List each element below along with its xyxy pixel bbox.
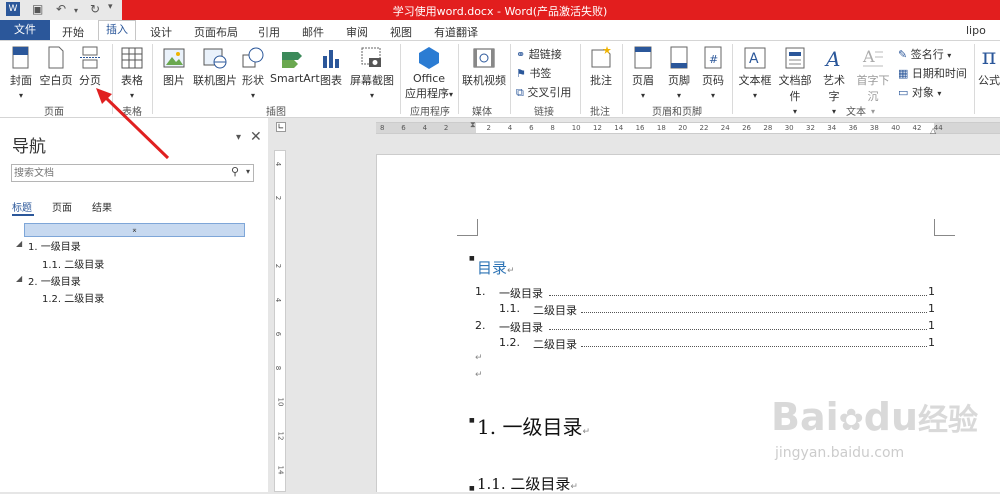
toc-leader: [549, 321, 927, 330]
ruler-tick-label: 2: [274, 195, 283, 201]
heading-1[interactable]: 1. 一级目录↵: [477, 411, 590, 440]
toc-number: 1.1.: [499, 302, 520, 315]
ruler-tick-label: 6: [274, 331, 283, 337]
ruler-tick-label: 2: [274, 263, 283, 269]
ruler-tick-label: 40: [891, 124, 901, 132]
ruler-tick-label: 8: [274, 365, 283, 371]
ruler-tick-label: 16: [635, 124, 645, 132]
paragraph-mark: ↵: [507, 266, 515, 276]
ruler-tick-label: 20: [678, 124, 688, 132]
right-indent-icon[interactable]: △: [930, 126, 936, 135]
ruler-tick-label: 6: [401, 124, 406, 132]
toc-heading[interactable]: 目录↵: [477, 257, 515, 278]
ruler-tick-label: 22: [699, 124, 709, 132]
ruler-tick-label: 8: [550, 124, 555, 132]
ruler-tick-label: 4: [507, 124, 513, 132]
ruler-tick-label: 6: [529, 124, 534, 132]
ruler-tick-label: 8: [380, 124, 385, 132]
ruler-tick-label: 24: [720, 124, 730, 132]
margin-corner-mark: [457, 219, 478, 236]
ruler-tick-label: 14: [614, 124, 624, 132]
toc-page-number: 1: [928, 319, 935, 332]
ruler-tick-label: 10: [571, 124, 581, 132]
paragraph-mark: ↵: [475, 370, 483, 380]
ruler-tick-label: 12: [276, 431, 285, 441]
ruler-tick-label: 42: [912, 124, 922, 132]
heading-2[interactable]: 1.1. 二级目录↵: [477, 473, 578, 494]
ruler-tick-label: 32: [806, 124, 815, 132]
paragraph-mark: ↵: [582, 427, 590, 437]
ruler-tick-label: 14: [276, 465, 285, 475]
ruler-tick-label: 38: [869, 124, 879, 132]
paragraph-bullet: ■: [469, 255, 475, 262]
ruler-tick-label: 4: [422, 124, 428, 132]
toc-entry-text[interactable]: 一级目录: [499, 319, 543, 335]
toc-leader: [549, 287, 927, 296]
vertical-ruler-numbers: 4 2 2 4 6 8 10 12 14: [274, 150, 285, 492]
toc-number: 2.: [475, 319, 486, 332]
toc-number: 1.: [475, 285, 486, 298]
baidu-watermark-url: jingyan.baidu.com: [775, 445, 905, 461]
ruler-tick-label: 4: [274, 161, 283, 167]
document-page[interactable]: ■ 目录↵ 1. 一级目录 1 1.1. 二级目录 1 2. 一级目录 1 1.…: [376, 154, 1000, 494]
ruler-tick-label: 2: [443, 124, 449, 132]
ruler-tick-label: 4: [274, 297, 283, 303]
toc-page-number: 1: [928, 336, 935, 349]
paragraph-bullet: ■: [469, 417, 475, 424]
toc-entry-text[interactable]: 二级目录: [533, 336, 577, 352]
toc-number: 1.2.: [499, 336, 520, 349]
baidu-paw-icon: ✿: [838, 403, 864, 438]
ruler-tick-label: 28: [763, 124, 773, 132]
paragraph-bullet: ■: [469, 485, 475, 492]
ruler-tick-label: 36: [848, 124, 858, 132]
toc-entry-text[interactable]: 二级目录: [533, 302, 577, 318]
baidu-watermark: Bai✿du经验: [771, 395, 979, 439]
ruler-tick-label: 2: [486, 124, 491, 132]
toc-leader: [581, 304, 927, 313]
paragraph-mark: ↵: [475, 353, 483, 363]
ruler-tick-label: 10: [276, 397, 285, 407]
indent-marker-icon[interactable]: ⧗: [470, 120, 476, 130]
margin-corner-mark: [934, 219, 955, 236]
toc-leader: [581, 338, 927, 347]
toc-page-number: 1: [928, 302, 935, 315]
ruler-tick-label: 30: [784, 124, 794, 132]
ruler-tick-label: 12: [593, 124, 602, 132]
paragraph-mark: ↵: [570, 482, 578, 492]
toc-entry-text[interactable]: 一级目录: [499, 285, 543, 301]
toc-page-number: 1: [928, 285, 935, 298]
tab-selector-icon[interactable]: ∟: [276, 122, 286, 132]
ruler-tick-label: 18: [656, 124, 666, 132]
ruler-tick-label: 34: [827, 124, 837, 132]
ruler-tick-label: 26: [742, 124, 752, 132]
